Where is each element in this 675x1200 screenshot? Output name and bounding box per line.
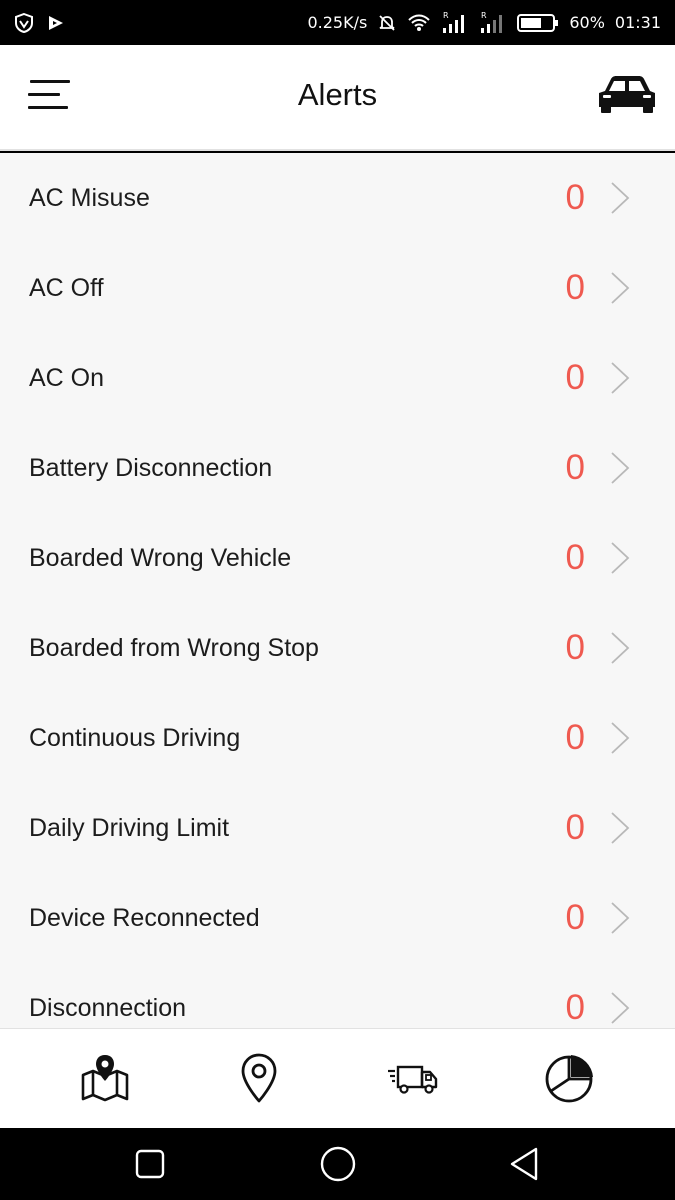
alert-row[interactable]: Device Reconnected 0 (0, 873, 675, 963)
svg-text:R: R (443, 11, 449, 20)
bottom-tab-bar (0, 1028, 675, 1128)
alert-count: 0 (565, 178, 585, 217)
map-icon[interactable] (77, 1051, 133, 1107)
chevron-right-icon (611, 812, 630, 844)
delivery-truck-icon[interactable] (386, 1051, 442, 1107)
alert-count: 0 (565, 358, 585, 397)
chevron-right-icon (611, 542, 630, 574)
alert-label: Daily Driving Limit (29, 814, 230, 842)
chevron-right-icon (611, 902, 630, 934)
location-pin-icon[interactable] (231, 1051, 287, 1107)
alert-count: 0 (565, 268, 585, 307)
alert-label: AC Off (29, 274, 104, 302)
alert-row[interactable]: Daily Driving Limit 0 (0, 783, 675, 873)
alert-label: Device Reconnected (29, 904, 260, 932)
alert-label: Boarded Wrong Vehicle (29, 544, 292, 572)
alert-count: 0 (565, 448, 585, 487)
alert-count: 0 (565, 718, 585, 757)
system-nav-bar (0, 1128, 675, 1200)
alert-row[interactable]: Boarded from Wrong Stop 0 (0, 603, 675, 693)
alert-label: AC On (29, 364, 105, 392)
recents-square-icon[interactable] (130, 1144, 170, 1184)
chevron-right-icon (611, 632, 630, 664)
home-circle-icon[interactable] (318, 1144, 358, 1184)
shield-icon (14, 12, 34, 33)
pie-chart-icon[interactable] (541, 1051, 597, 1107)
back-triangle-icon[interactable] (505, 1144, 545, 1184)
alert-row[interactable]: AC On 0 (0, 333, 675, 423)
wifi-icon (407, 13, 431, 33)
alert-row[interactable]: Boarded Wrong Vehicle 0 (0, 513, 675, 603)
alert-label: Disconnection (29, 994, 187, 1022)
chevron-right-icon (611, 272, 630, 304)
car-icon[interactable] (595, 71, 659, 115)
clock: 01:31 (614, 13, 661, 32)
mute-bell-icon (377, 13, 397, 33)
chevron-right-icon (611, 182, 630, 214)
alert-row[interactable]: Battery Disconnection 0 (0, 423, 675, 513)
alert-count: 0 (565, 988, 585, 1027)
chevron-right-icon (611, 992, 630, 1024)
alert-count: 0 (565, 808, 585, 847)
alert-row[interactable]: AC Off 0 (0, 243, 675, 333)
network-speed: 0.25K/s (307, 13, 368, 32)
page-title: Alerts (297, 77, 378, 112)
battery-percent: 60% (569, 13, 605, 32)
signal-icon: R (441, 11, 469, 35)
alert-count: 0 (565, 628, 585, 667)
svg-text:R: R (481, 11, 487, 20)
app-notification-icon (46, 13, 66, 33)
alert-label: Boarded from Wrong Stop (29, 634, 319, 662)
alert-row[interactable]: Continuous Driving 0 (0, 693, 675, 783)
battery-icon (517, 13, 559, 33)
alert-count: 0 (565, 898, 585, 937)
chevron-right-icon (611, 722, 630, 754)
alert-label: AC Misuse (29, 184, 150, 212)
alert-list: AC Misuse 0 AC Off 0 AC On 0 Battery Dis… (0, 153, 675, 1028)
alert-row[interactable]: Disconnection 0 (0, 963, 675, 1028)
alert-row[interactable]: AC Misuse 0 (0, 153, 675, 243)
alert-label: Continuous Driving (29, 724, 241, 752)
status-bar: 0.25K/s R R 60% 01:31 (0, 0, 675, 45)
chevron-right-icon (611, 362, 630, 394)
alert-label: Battery Disconnection (29, 454, 273, 482)
app-header: Alerts (0, 45, 675, 151)
alert-count: 0 (565, 538, 585, 577)
signal-icon-2: R (479, 11, 507, 35)
chevron-right-icon (611, 452, 630, 484)
